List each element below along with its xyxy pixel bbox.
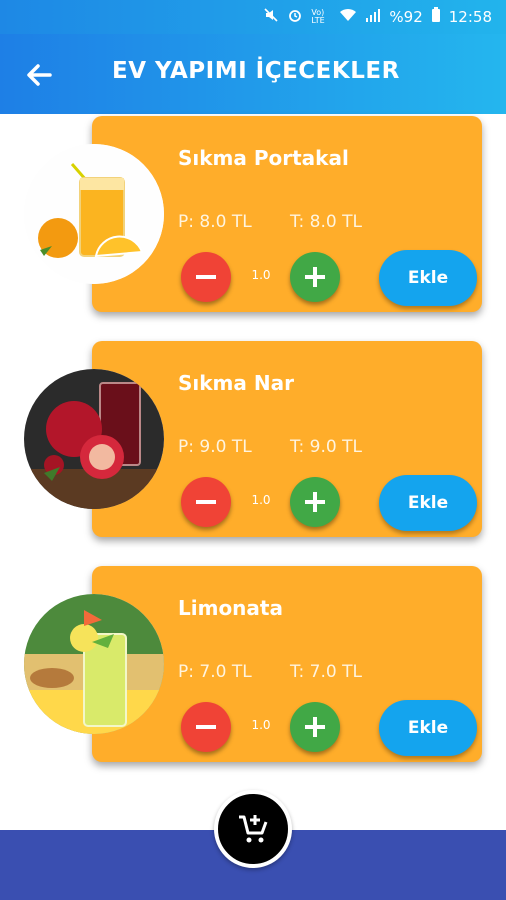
product-name: Sıkma Portakal (178, 146, 349, 170)
add-to-cart-button[interactable]: Ekle (379, 475, 477, 531)
wifi-icon (339, 8, 357, 26)
lemonade-image (24, 594, 164, 734)
total-price: T: 7.0 TL (290, 662, 362, 682)
quantity-value: 1.0 (251, 268, 271, 282)
add-to-cart-button[interactable]: Ekle (379, 700, 477, 756)
clock: 12:58 (448, 8, 492, 26)
unit-price: P: 7.0 TL (178, 662, 252, 682)
minus-icon (196, 500, 216, 504)
orange-juice-image (24, 144, 164, 284)
quantity-value: 1.0 (251, 493, 271, 507)
add-to-cart-button[interactable]: Ekle (379, 250, 477, 306)
plus-icon (305, 717, 325, 737)
minus-icon (196, 275, 216, 279)
mute-icon (263, 7, 279, 27)
page-title: EV YAPIMI İÇECEKLER (112, 58, 400, 84)
app-bar: EV YAPIMI İÇECEKLER (0, 34, 506, 114)
increase-quantity-button[interactable] (290, 702, 340, 752)
product-name: Limonata (178, 596, 283, 620)
signal-icon (365, 8, 381, 26)
product-name: Sıkma Nar (178, 371, 294, 395)
battery-icon (431, 7, 441, 27)
decrease-quantity-button[interactable] (181, 702, 231, 752)
decrease-quantity-button[interactable] (181, 477, 231, 527)
total-price: T: 8.0 TL (290, 212, 362, 232)
pomegranate-juice-image (24, 369, 164, 509)
minus-icon (196, 725, 216, 729)
decrease-quantity-button[interactable] (181, 252, 231, 302)
alarm-icon (287, 7, 303, 27)
plus-icon (305, 267, 325, 287)
arrow-left-icon (27, 64, 52, 86)
add-shopping-cart-icon (239, 815, 268, 843)
plus-icon (305, 492, 325, 512)
unit-price: P: 9.0 TL (178, 437, 252, 457)
quantity-value: 1.0 (251, 718, 271, 732)
back-button[interactable] (22, 58, 56, 92)
increase-quantity-button[interactable] (290, 477, 340, 527)
unit-price: P: 8.0 TL (178, 212, 252, 232)
status-bar: Vo) LTE %92 12:58 (0, 0, 506, 34)
increase-quantity-button[interactable] (290, 252, 340, 302)
volte-icon: Vo) LTE (311, 8, 325, 25)
cart-button[interactable] (214, 790, 292, 868)
battery-percent: %92 (389, 8, 423, 26)
total-price: T: 9.0 TL (290, 437, 362, 457)
